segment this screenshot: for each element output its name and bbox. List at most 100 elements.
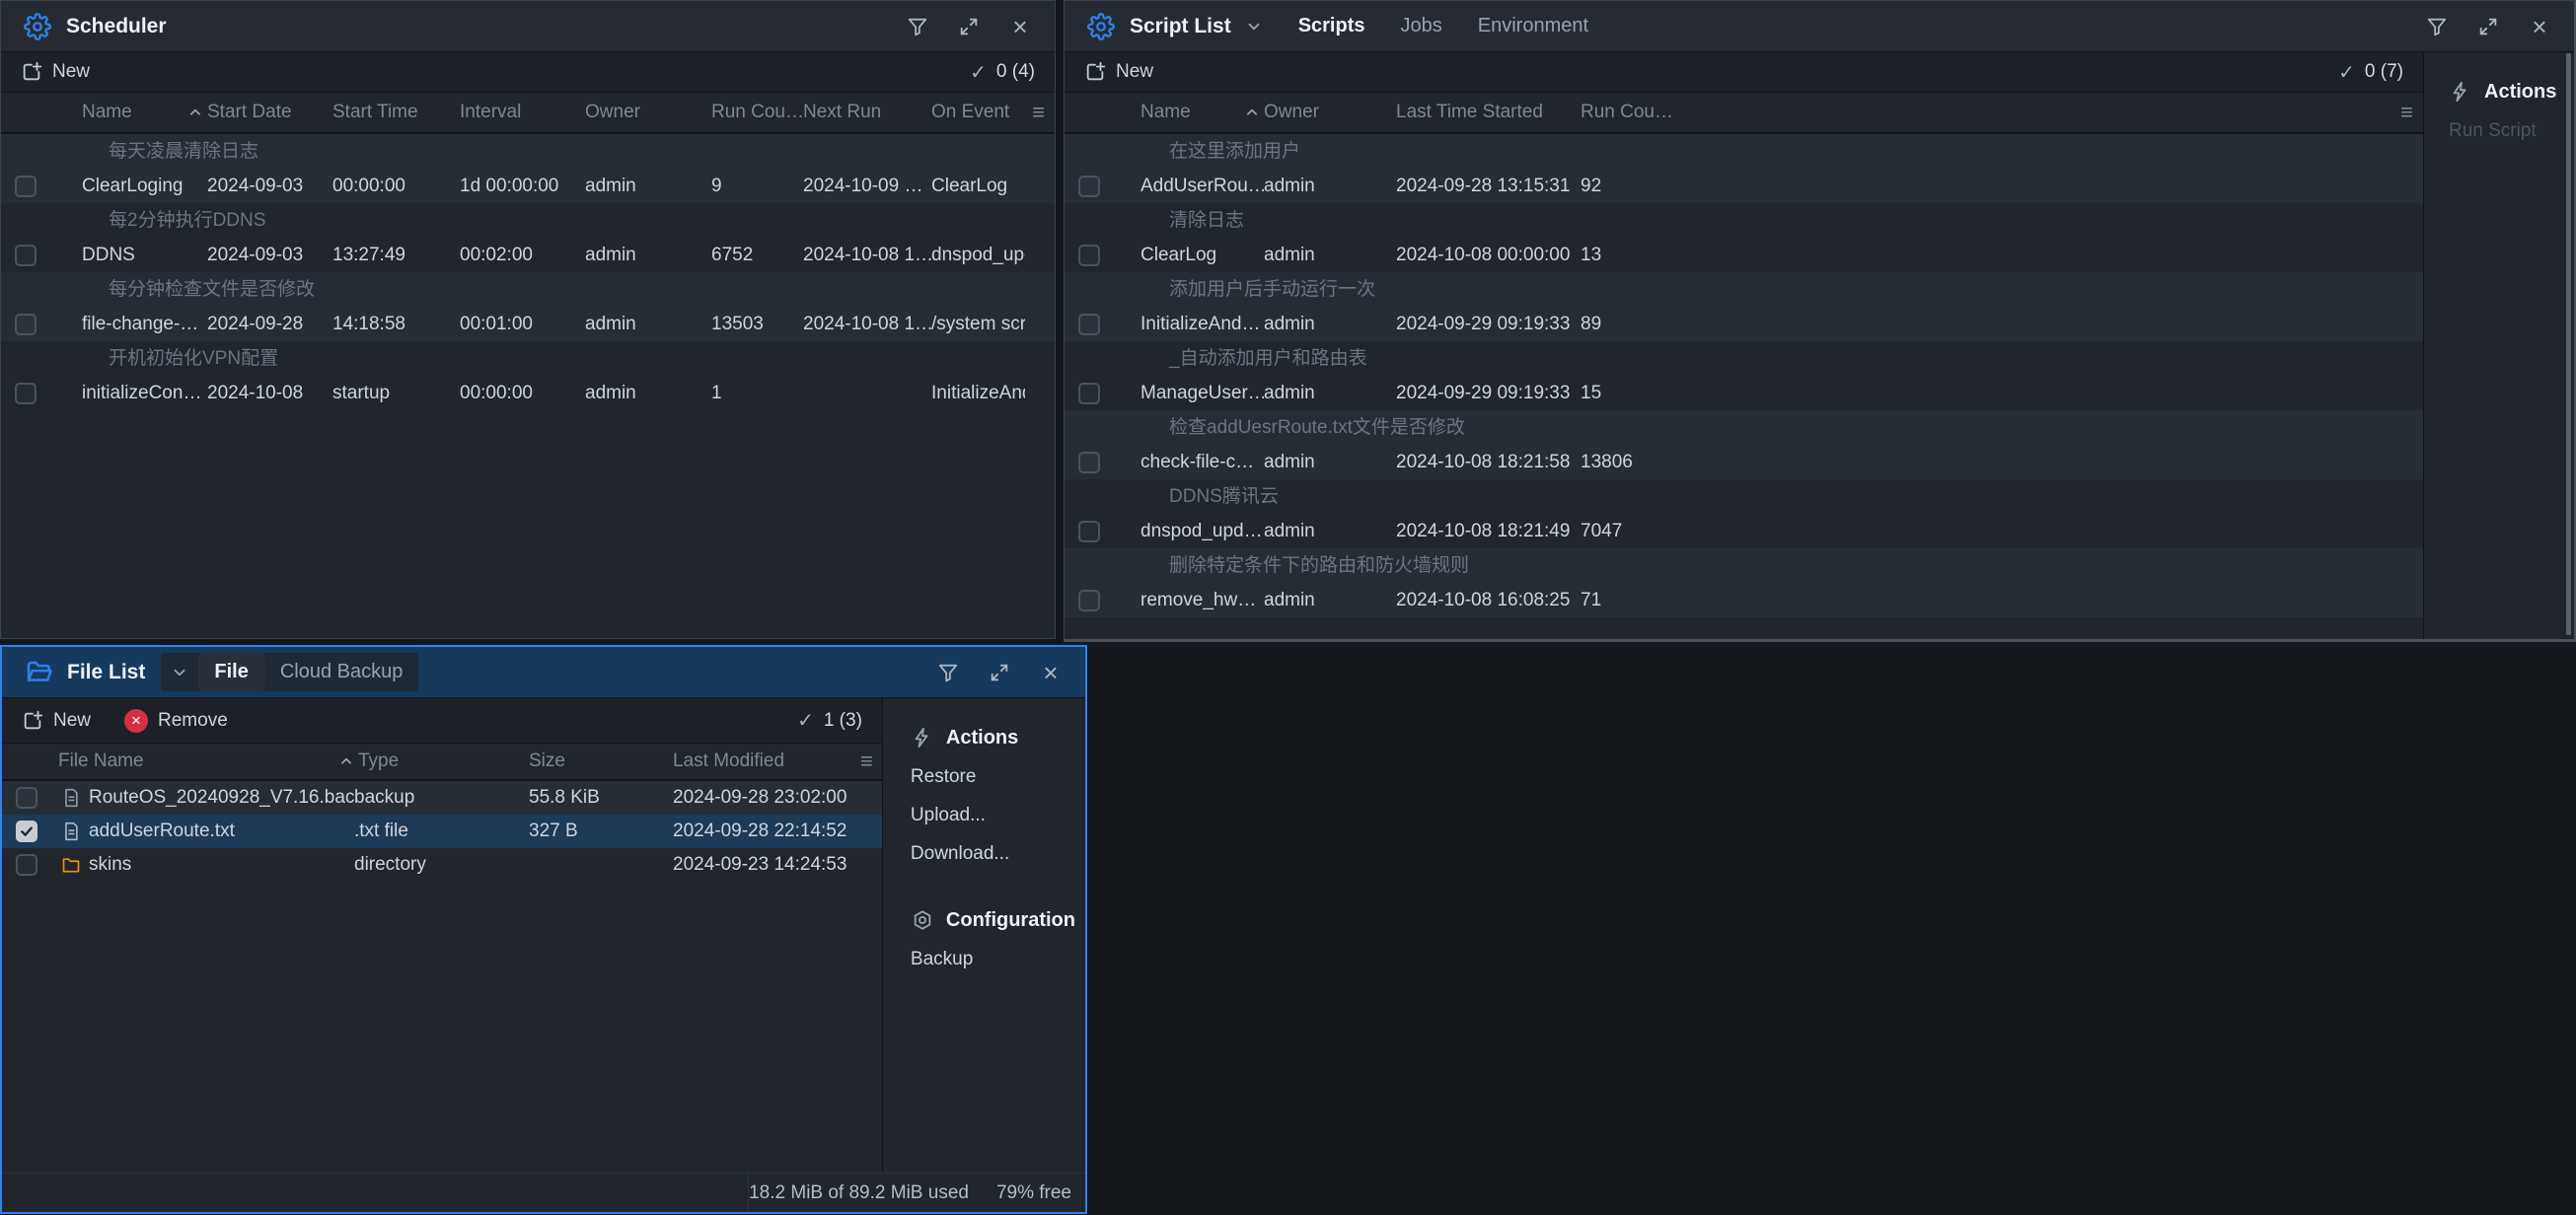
row-checkbox[interactable] <box>1078 245 1100 266</box>
row-checkbox[interactable] <box>15 314 37 335</box>
cell-last-time-started: 2024-10-08 00:00:00 <box>1396 245 1581 266</box>
run-script-button[interactable]: Run Script <box>2449 111 2564 150</box>
cell-type: directory <box>354 854 529 876</box>
count-value: 0 (4) <box>996 61 1035 83</box>
row-checkbox[interactable] <box>1078 452 1100 473</box>
col-owner[interactable]: Owner <box>1245 102 1377 123</box>
tab-environment[interactable]: Environment <box>1462 7 1604 45</box>
tab-file[interactable]: File <box>198 653 263 691</box>
comment-row: 每2分钟执行DDNS <box>1 203 1055 238</box>
comment-row: 添加用户后手动运行一次 <box>1065 272 2423 307</box>
cell-owner: admin <box>1264 383 1396 404</box>
file-table-header: File Name Type Size Last Modified ≡ <box>2 744 882 781</box>
col-interval[interactable]: Interval <box>460 102 585 123</box>
cell-start-date: 2024-09-03 <box>207 245 332 266</box>
col-size[interactable]: Size <box>529 750 673 772</box>
table-row[interactable]: file-change-… 2024-09-28 14:18:58 00:01:… <box>1 307 1055 341</box>
tab-cloud-backup[interactable]: Cloud Backup <box>264 653 419 691</box>
new-button[interactable]: New <box>1084 61 1153 83</box>
scheduler-titlebar: Scheduler × <box>1 1 1055 52</box>
col-owner[interactable]: Owner <box>585 102 711 123</box>
restore-button[interactable]: Restore <box>911 757 1075 796</box>
download-button[interactable]: Download... <box>911 834 1075 873</box>
cell-on-event: InitializeAnd… <box>931 383 1025 404</box>
close-icon[interactable]: × <box>1038 660 1064 685</box>
cell-start-time: 14:18:58 <box>332 314 460 335</box>
row-checkbox[interactable] <box>1078 314 1100 335</box>
cell-run-count: 71 <box>1581 590 2388 611</box>
table-row[interactable]: RouteOS_20240928_V7.16.backup backup 55.… <box>2 781 882 815</box>
cell-interval: 00:02:00 <box>460 245 585 266</box>
column-menu-icon[interactable]: ≡ <box>2400 100 2423 125</box>
tab-scripts[interactable]: Scripts <box>1283 7 1381 45</box>
script-actions-sidebar: Actions Run Script <box>2423 52 2574 639</box>
row-checkbox[interactable] <box>1078 590 1100 611</box>
statusbar-spacer <box>2 1174 749 1212</box>
script-table-body: 在这里添加用户 AddUserRou… admin 2024-09-28 13:… <box>1065 134 2423 639</box>
table-row[interactable]: ManageUser… admin 2024-09-29 09:19:33 15 <box>1065 376 2423 410</box>
expand-icon[interactable] <box>987 660 1012 685</box>
row-checkbox[interactable] <box>15 176 37 197</box>
cell-type: backup <box>354 787 529 809</box>
chevron-down-icon[interactable] <box>171 664 188 681</box>
scheduler-toolbar: New ✓ 0 (4) <box>1 52 1055 93</box>
cell-owner: admin <box>1264 590 1396 611</box>
table-row[interactable]: ClearLog admin 2024-10-08 00:00:00 13 <box>1065 238 2423 272</box>
col-run-count[interactable]: Run Cou… <box>711 102 803 123</box>
close-icon[interactable]: × <box>1007 14 1033 39</box>
expand-icon[interactable] <box>2475 14 2501 39</box>
table-row[interactable]: AddUserRou… admin 2024-09-28 13:15:31 92 <box>1065 169 2423 203</box>
cell-run-count: 13503 <box>711 314 803 335</box>
row-checkbox[interactable] <box>15 383 37 404</box>
column-menu-icon[interactable]: ≡ <box>860 749 883 774</box>
col-start-time[interactable]: Start Time <box>332 102 460 123</box>
cell-name: InitializeAnd… <box>1141 314 1264 335</box>
chevron-down-icon[interactable] <box>1245 18 1263 36</box>
col-next-run[interactable]: Next Run <box>803 102 931 123</box>
vertical-scrollbar[interactable] <box>2566 53 2571 635</box>
row-checkbox[interactable] <box>1078 383 1100 404</box>
row-checkbox[interactable] <box>1078 176 1100 197</box>
row-checkbox-checked[interactable] <box>16 821 37 842</box>
col-on-event[interactable]: On Event <box>931 102 1025 123</box>
col-last-modified[interactable]: Last Modified <box>673 750 860 772</box>
table-row-selected[interactable]: addUserRoute.txt .txt file 327 B 2024-09… <box>2 815 882 848</box>
file-list-tabgroup: File Cloud Backup <box>161 653 418 691</box>
new-button[interactable]: New <box>22 710 91 732</box>
remove-button-label: Remove <box>158 710 228 732</box>
cell-next-run: 2024-10-08 1… <box>803 314 931 335</box>
funnel-icon[interactable] <box>935 660 961 685</box>
col-start-date[interactable]: Start Date <box>188 102 314 123</box>
disk-free-text: 79% free <box>996 1182 1071 1204</box>
comment-row: 检查addUesrRoute.txt文件是否修改 <box>1065 410 2423 445</box>
funnel-icon[interactable] <box>2424 14 2450 39</box>
table-row[interactable]: skins directory 2024-09-23 14:24:53 <box>2 848 882 882</box>
expand-icon[interactable] <box>956 14 982 39</box>
table-row[interactable]: initializeCon… 2024-10-08 startup 00:00:… <box>1 376 1055 410</box>
row-checkbox[interactable] <box>16 854 37 876</box>
cell-last-time-started: 2024-10-08 16:08:25 <box>1396 590 1581 611</box>
close-icon[interactable]: × <box>2527 14 2552 39</box>
col-run-count[interactable]: Run Cou… <box>1581 102 2388 123</box>
tab-jobs[interactable]: Jobs <box>1385 7 1458 45</box>
cell-start-date: 2024-09-03 <box>207 176 332 197</box>
funnel-icon[interactable] <box>905 14 930 39</box>
column-menu-icon[interactable]: ≡ <box>1032 100 1055 125</box>
table-row[interactable]: ClearLoging 2024-09-03 00:00:00 1d 00:00… <box>1 169 1055 203</box>
table-row[interactable]: InitializeAnd… admin 2024-09-29 09:19:33… <box>1065 307 2423 341</box>
row-checkbox[interactable] <box>15 245 37 266</box>
row-checkbox[interactable] <box>1078 521 1100 542</box>
table-row[interactable]: DDNS 2024-09-03 13:27:49 00:02:00 admin … <box>1 238 1055 272</box>
table-row[interactable]: dnspod_upd… admin 2024-10-08 18:21:49 70… <box>1065 514 2423 548</box>
table-row[interactable]: remove_hw… admin 2024-10-08 16:08:25 71 <box>1065 583 2423 617</box>
col-type[interactable]: Type <box>339 750 514 772</box>
table-row[interactable]: check-file-c… admin 2024-10-08 18:21:58 … <box>1065 445 2423 479</box>
backup-button[interactable]: Backup <box>911 940 1075 978</box>
col-file-name[interactable]: File Name <box>49 750 354 772</box>
cell-last-time-started: 2024-10-08 18:21:58 <box>1396 452 1581 473</box>
row-checkbox[interactable] <box>16 787 37 809</box>
col-last-time-started[interactable]: Last Time Started <box>1396 102 1581 123</box>
new-button[interactable]: New <box>21 61 90 83</box>
remove-button[interactable]: × Remove <box>124 709 228 733</box>
upload-button[interactable]: Upload... <box>911 796 1075 834</box>
